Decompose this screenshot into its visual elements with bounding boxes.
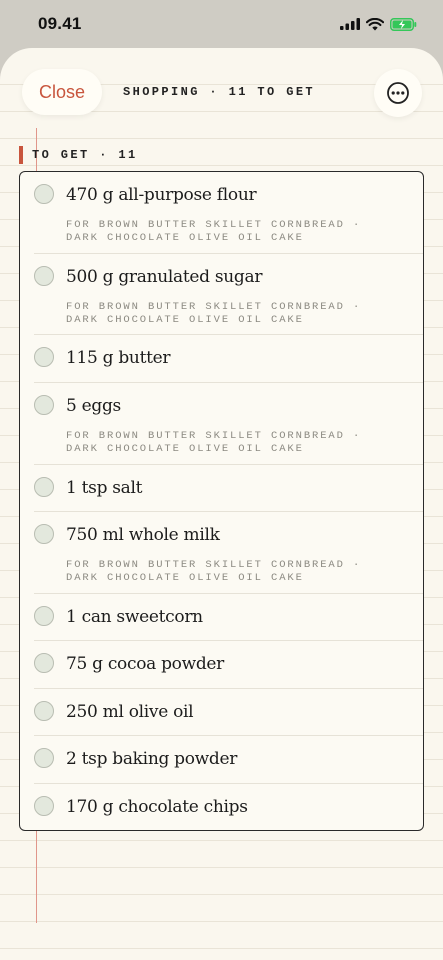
list-item[interactable]: 2 tsp baking powder [34,736,423,784]
shopping-list: 470 g all-purpose flour FOR BROWN BUTTER… [19,171,424,831]
item-name: 750 ml whole milk [66,525,220,545]
cellular-signal-icon [340,18,360,30]
item-name: 115 g butter [66,348,171,368]
item-name: 470 g all-purpose flour [66,185,257,205]
item-recipes-line: FOR BROWN BUTTER SKILLET CORNBREAD · [66,219,362,231]
status-icons [340,17,417,31]
item-name: 5 eggs [66,396,121,416]
list-item[interactable]: 250 ml olive oil [34,689,423,736]
item-recipes-line: DARK CHOCOLATE OLIVE OIL CAKE [66,443,304,455]
item-name: 1 tsp salt [66,478,143,498]
item-recipes-line: DARK CHOCOLATE OLIVE OIL CAKE [66,572,304,584]
item-recipes: FOR BROWN BUTTER SKILLET CORNBREAD · DAR… [66,559,413,585]
item-recipes: FOR BROWN BUTTER SKILLET CORNBREAD · DAR… [66,430,413,456]
section-title: TO GET · 11 [32,148,138,162]
list-item[interactable]: 75 g cocoa powder [34,641,423,689]
shopping-sheet: Close SHOPPING · 11 TO GET TO GET · 11 4… [0,48,443,960]
list-item[interactable]: 1 can sweetcorn [34,594,423,641]
sheet-header: Close SHOPPING · 11 TO GET [0,48,443,140]
status-bar: 09.41 [0,0,443,48]
item-recipes-line: DARK CHOCOLATE OLIVE OIL CAKE [66,314,304,326]
ellipsis-circle-icon [387,82,409,104]
checkbox-circle-icon[interactable] [34,524,54,544]
wifi-icon [366,17,384,30]
item-recipes-line: DARK CHOCOLATE OLIVE OIL CAKE [66,232,304,244]
item-recipes-line: FOR BROWN BUTTER SKILLET CORNBREAD · [66,301,362,313]
checkbox-circle-icon[interactable] [34,748,54,768]
list-item[interactable]: 1 tsp salt [34,465,423,512]
item-recipes-line: FOR BROWN BUTTER SKILLET CORNBREAD · [66,559,362,571]
list-item[interactable]: 115 g butter [34,335,423,383]
checkbox-circle-icon[interactable] [34,477,54,497]
list-item[interactable]: 470 g all-purpose flour FOR BROWN BUTTER… [34,172,423,254]
checkbox-circle-icon[interactable] [34,395,54,415]
item-recipes: FOR BROWN BUTTER SKILLET CORNBREAD · DAR… [66,301,413,327]
item-recipes-line: FOR BROWN BUTTER SKILLET CORNBREAD · [66,430,362,442]
list-item[interactable]: 170 g chocolate chips [34,784,423,830]
close-button[interactable]: Close [22,69,102,115]
checkbox-circle-icon[interactable] [34,606,54,626]
item-recipes: FOR BROWN BUTTER SKILLET CORNBREAD · DAR… [66,219,413,245]
item-name: 1 can sweetcorn [66,607,203,627]
item-name: 170 g chocolate chips [66,797,248,817]
checkbox-circle-icon[interactable] [34,796,54,816]
checkbox-circle-icon[interactable] [34,701,54,721]
checkbox-circle-icon[interactable] [34,266,54,286]
checkbox-circle-icon[interactable] [34,347,54,367]
status-time: 09.41 [38,14,82,33]
section-header-to-get: TO GET · 11 [19,146,138,164]
list-item[interactable]: 5 eggs FOR BROWN BUTTER SKILLET CORNBREA… [34,383,423,465]
section-accent-bar [19,146,23,164]
list-item[interactable]: 750 ml whole milk FOR BROWN BUTTER SKILL… [34,512,423,594]
checkbox-circle-icon[interactable] [34,184,54,204]
item-name: 2 tsp baking powder [66,749,238,769]
list-item[interactable]: 500 g granulated sugar FOR BROWN BUTTER … [34,254,423,335]
item-name: 75 g cocoa powder [66,654,225,674]
page-title: SHOPPING · 11 TO GET [123,85,316,99]
checkbox-circle-icon[interactable] [34,653,54,673]
item-name: 500 g granulated sugar [66,267,263,287]
battery-charging-icon [390,17,417,31]
item-name: 250 ml olive oil [66,702,194,722]
more-options-button[interactable] [374,69,422,117]
